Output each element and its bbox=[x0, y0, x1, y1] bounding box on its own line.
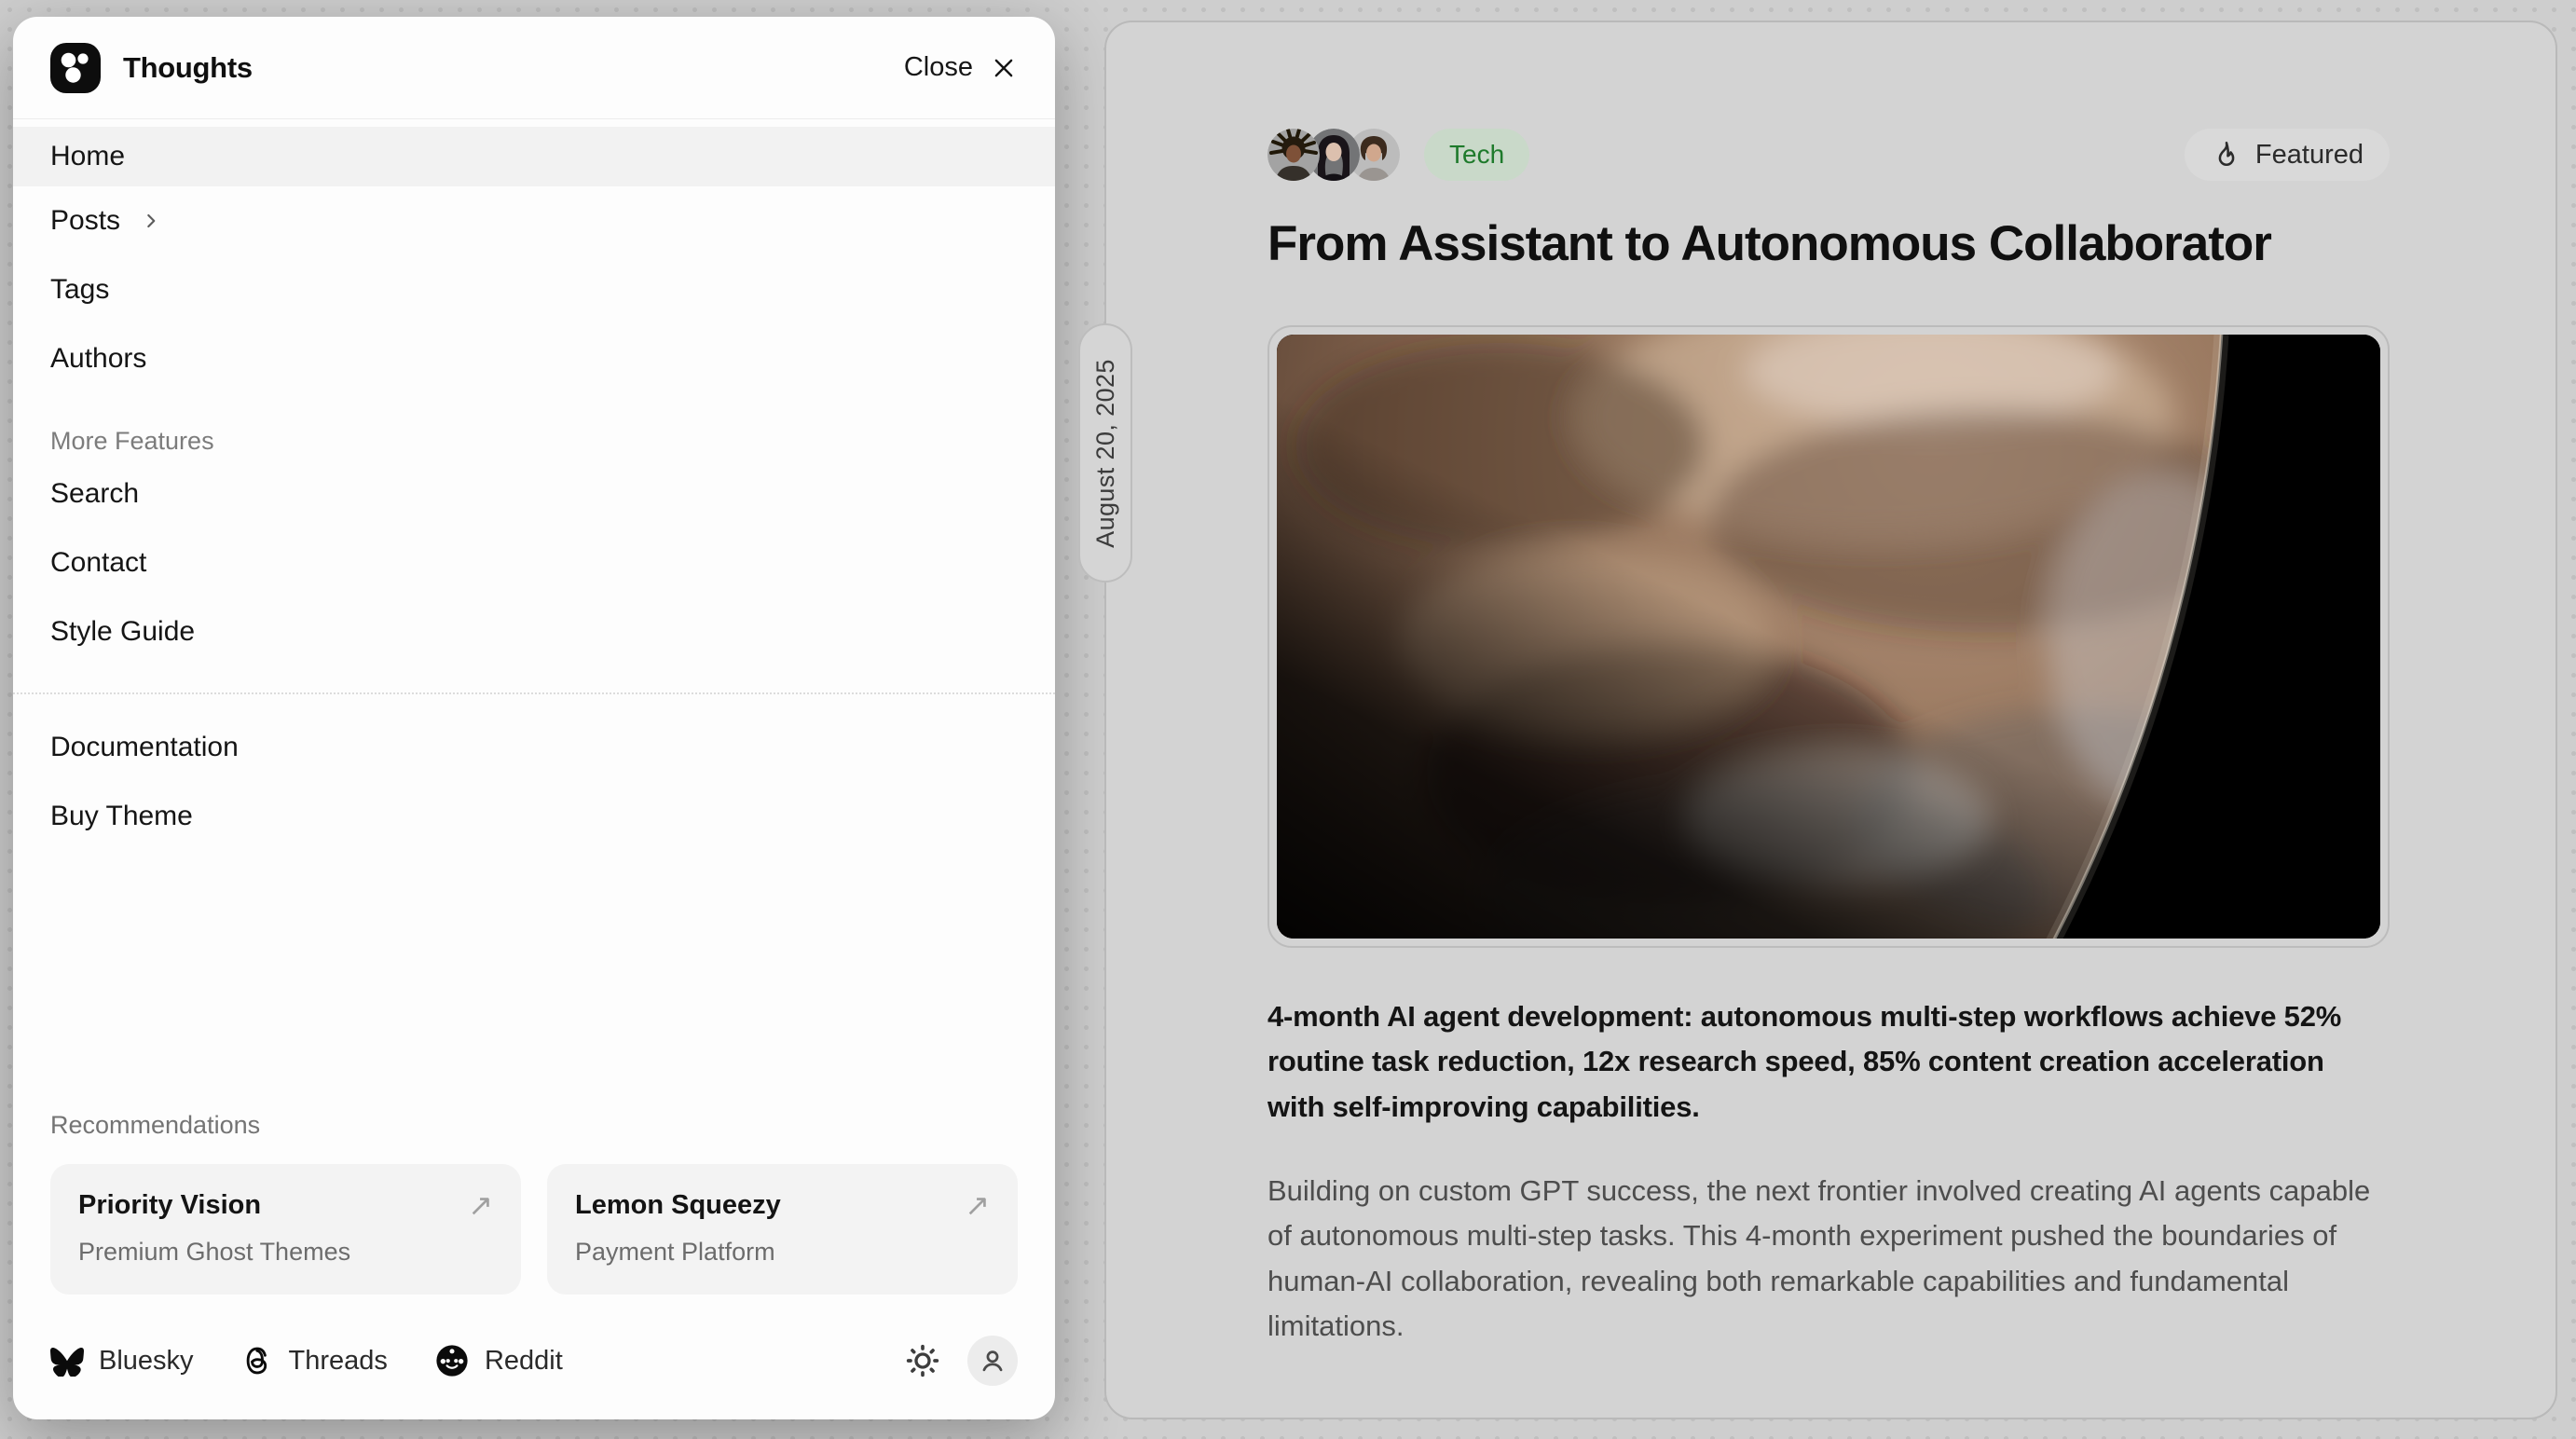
close-button-label: Close bbox=[904, 52, 973, 83]
nav-item-search[interactable]: Search bbox=[13, 459, 1055, 528]
social-link-reddit[interactable]: Reddit bbox=[434, 1343, 563, 1378]
nav-item-tags[interactable]: Tags bbox=[13, 255, 1055, 324]
nav-item-home[interactable]: Home bbox=[13, 127, 1055, 186]
nav-item-label: Documentation bbox=[50, 732, 239, 763]
nav-item-label: Search bbox=[50, 478, 139, 510]
planet-image bbox=[1277, 335, 2380, 939]
post-title[interactable]: From Assistant to Autonomous Collaborato… bbox=[1267, 216, 2390, 273]
external-link-icon: ↗ bbox=[965, 1190, 990, 1220]
post-excerpt: 4-month AI agent development: autonomous… bbox=[1267, 994, 2386, 1130]
theme-toggle-button[interactable] bbox=[904, 1342, 941, 1379]
brand-logo-icon bbox=[50, 43, 101, 93]
recommendations-label: Recommendations bbox=[13, 1111, 1055, 1140]
nav-item-posts[interactable]: Posts bbox=[13, 186, 1055, 255]
bluesky-butterfly-icon bbox=[50, 1346, 84, 1377]
social-link-threads[interactable]: Threads bbox=[240, 1344, 388, 1377]
recommendation-card-priority-vision[interactable]: Priority Vision ↗ Premium Ghost Themes bbox=[50, 1164, 521, 1295]
external-link-icon: ↗ bbox=[468, 1190, 493, 1220]
social-link-bluesky[interactable]: Bluesky bbox=[50, 1346, 194, 1377]
post-date: August 20, 2025 bbox=[1091, 359, 1120, 548]
nav-item-buy-theme[interactable]: Buy Theme bbox=[13, 782, 1055, 851]
sidebar-footer: Bluesky Threads Reddit bbox=[13, 1336, 1055, 1386]
nav-item-contact[interactable]: Contact bbox=[13, 528, 1055, 597]
secondary-nav: Documentation Buy Theme bbox=[13, 713, 1055, 851]
nav-item-label: Style Guide bbox=[50, 616, 195, 648]
nav-item-style-guide[interactable]: Style Guide bbox=[13, 597, 1055, 666]
recommendation-name: Lemon Squeezy bbox=[575, 1190, 781, 1221]
reddit-icon bbox=[434, 1343, 470, 1378]
post-date-pill: August 20, 2025 bbox=[1078, 323, 1132, 582]
recommendation-description: Payment Platform bbox=[575, 1238, 990, 1267]
close-button[interactable]: Close bbox=[904, 52, 1018, 83]
recommendation-card-lemon-squeezy[interactable]: Lemon Squeezy ↗ Payment Platform bbox=[547, 1164, 1018, 1295]
post-meta-row: Tech Featured bbox=[1267, 129, 2390, 181]
more-features-label: More Features bbox=[13, 427, 1055, 456]
nav-item-label: Authors bbox=[50, 343, 146, 375]
nav-item-label: Posts bbox=[50, 205, 120, 237]
post-body: Building on custom GPT success, the next… bbox=[1267, 1169, 2386, 1349]
nav-item-authors[interactable]: Authors bbox=[13, 324, 1055, 393]
person-icon bbox=[977, 1345, 1008, 1377]
recommendations-row: Priority Vision ↗ Premium Ghost Themes L… bbox=[13, 1164, 1055, 1295]
primary-nav: Home Posts Tags Authors bbox=[13, 119, 1055, 393]
nav-item-documentation[interactable]: Documentation bbox=[13, 713, 1055, 782]
social-label: Threads bbox=[289, 1346, 388, 1377]
category-badge[interactable]: Tech bbox=[1424, 129, 1529, 181]
features-nav: Search Contact Style Guide bbox=[13, 459, 1055, 666]
sidebar-divider bbox=[13, 692, 1055, 694]
brand-title: Thoughts bbox=[123, 51, 253, 85]
post-image-frame[interactable] bbox=[1267, 325, 2390, 948]
social-label: Bluesky bbox=[99, 1346, 194, 1377]
nav-item-label: Tags bbox=[50, 274, 109, 306]
sidebar-spacer bbox=[13, 851, 1055, 1111]
nav-item-label: Buy Theme bbox=[50, 801, 193, 832]
recommendation-description: Premium Ghost Themes bbox=[78, 1238, 493, 1267]
nav-item-label: Contact bbox=[50, 547, 146, 579]
account-button[interactable] bbox=[967, 1336, 1018, 1386]
recommendation-name: Priority Vision bbox=[78, 1190, 261, 1221]
social-label: Reddit bbox=[485, 1346, 563, 1377]
featured-label: Featured bbox=[2255, 140, 2364, 171]
post-content: Tech Featured From Assistant to Autonomo… bbox=[1106, 22, 2555, 1349]
featured-badge: Featured bbox=[2185, 129, 2390, 181]
post-card: August 20, 2025 bbox=[1104, 21, 2557, 1419]
author-avatars[interactable] bbox=[1267, 129, 1400, 181]
nav-item-label: Home bbox=[50, 141, 125, 172]
chevron-right-icon bbox=[139, 209, 163, 233]
avatar bbox=[1267, 129, 1320, 181]
sidebar-panel: Thoughts Close Home Posts Tags Authors M… bbox=[13, 17, 1055, 1419]
threads-icon bbox=[240, 1344, 274, 1377]
flame-icon bbox=[2211, 139, 2242, 171]
sidebar-header: Thoughts Close bbox=[13, 17, 1055, 119]
sun-icon bbox=[904, 1342, 941, 1379]
close-icon bbox=[990, 54, 1018, 82]
